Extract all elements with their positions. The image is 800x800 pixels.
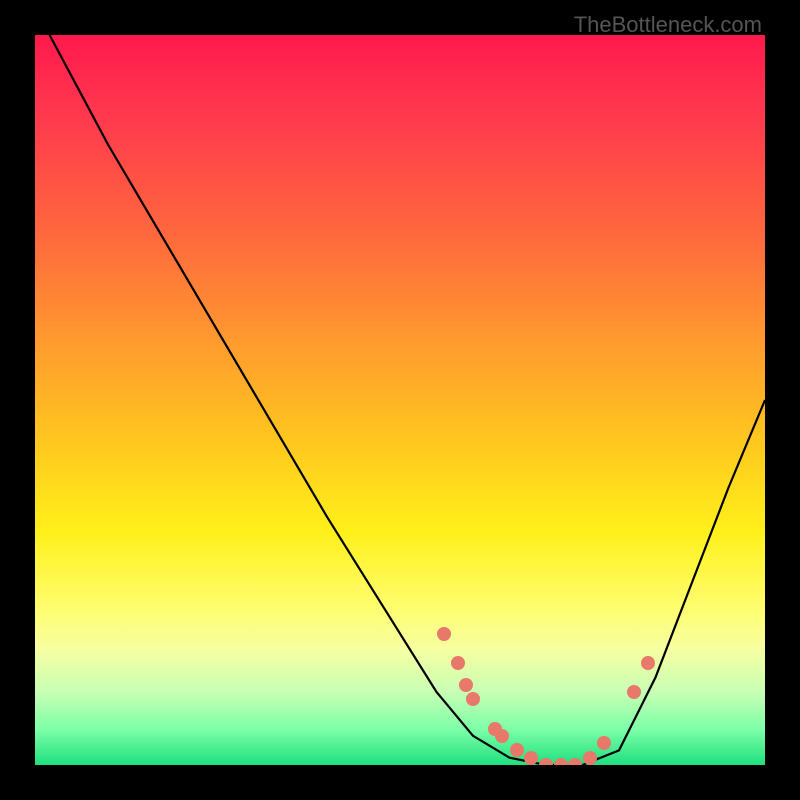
data-point [539,758,553,765]
data-point [437,627,451,641]
data-point [583,751,597,765]
plot-area [35,35,765,765]
bottleneck-curve [35,35,765,765]
data-point [597,736,611,750]
data-point [524,751,538,765]
data-point [568,758,582,765]
data-point [510,743,524,757]
data-point [451,656,465,670]
data-point [459,678,473,692]
data-point [627,685,641,699]
data-point [641,656,655,670]
chart-frame: TheBottleneck.com [0,0,800,800]
data-point [554,758,568,765]
data-point [495,729,509,743]
data-point [466,692,480,706]
